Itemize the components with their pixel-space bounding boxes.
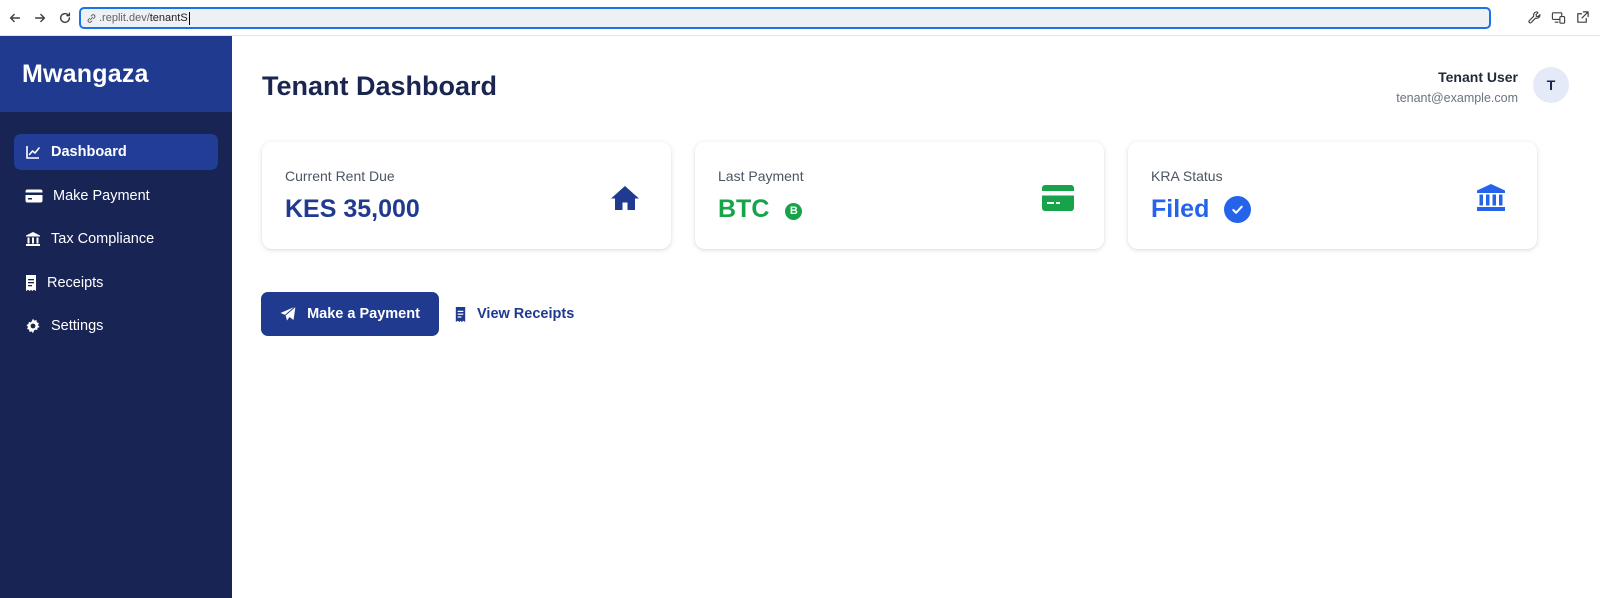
sidebar-item-label: Make Payment	[53, 187, 150, 204]
make-a-payment-label: Make a Payment	[307, 306, 420, 322]
back-icon[interactable]	[5, 8, 25, 28]
address-bar[interactable]: .replit.dev/tenantS	[79, 7, 1491, 29]
sidebar-item-receipts[interactable]: Receipts	[14, 265, 218, 301]
receipt-icon	[455, 306, 466, 322]
avatar[interactable]: T	[1533, 67, 1569, 103]
card-kra-status: KRA Status Filed	[1128, 142, 1537, 249]
browser-toolbar: .replit.dev/tenantS	[0, 0, 1600, 36]
sidebar: Mwangaza Dashboard Make Payment Tax Comp…	[0, 36, 232, 598]
sidebar-item-label: Settings	[51, 318, 104, 334]
bank-icon	[25, 231, 41, 247]
main-content: Tenant Dashboard Tenant User tenant@exam…	[232, 36, 1600, 598]
card-last-payment: Last Payment BTC B	[695, 142, 1104, 249]
gear-icon	[25, 318, 41, 334]
chart-line-icon	[25, 144, 41, 160]
user-info: Tenant User tenant@example.com	[1396, 69, 1518, 105]
page-title: Tenant Dashboard	[262, 71, 498, 101]
sidebar-item-settings[interactable]: Settings	[14, 308, 218, 344]
brand-logo[interactable]: Mwangaza	[0, 36, 232, 112]
paper-plane-icon	[280, 306, 296, 321]
credit-card-icon	[25, 188, 43, 204]
bitcoin-icon: B	[785, 202, 803, 220]
user-name: Tenant User	[1438, 69, 1518, 85]
sidebar-item-label: Receipts	[47, 274, 104, 291]
sidebar-menu: Dashboard Make Payment Tax Compliance Re…	[0, 112, 232, 344]
stat-cards: Current Rent Due KES 35,000 Last Payment…	[262, 142, 1537, 249]
sidebar-item-dashboard[interactable]: Dashboard	[14, 134, 218, 170]
view-receipts-link[interactable]: View Receipts	[454, 306, 574, 322]
forward-icon[interactable]	[30, 8, 50, 28]
reload-icon[interactable]	[55, 8, 75, 28]
user-email: tenant@example.com	[1396, 91, 1518, 105]
devices-icon[interactable]	[1551, 10, 1566, 25]
rent-amount: KES 35,000	[285, 195, 420, 223]
url-host: .replit.dev/	[99, 12, 150, 24]
bank-icon	[1475, 182, 1507, 214]
make-a-payment-button[interactable]: Make a Payment	[261, 292, 439, 336]
sidebar-item-label: Tax Compliance	[51, 231, 155, 247]
card-current-rent-due: Current Rent Due KES 35,000	[262, 142, 671, 249]
home-icon	[609, 182, 641, 214]
url-path: tenantS	[149, 12, 188, 24]
quick-actions: Make a Payment View Receipts	[261, 292, 574, 336]
text-caret	[188, 11, 190, 25]
credit-card-icon	[1042, 182, 1074, 214]
view-receipts-label: View Receipts	[477, 306, 575, 322]
external-link-icon[interactable]	[1575, 10, 1590, 25]
sidebar-item-label: Dashboard	[51, 144, 127, 160]
payment-method: BTC	[718, 195, 770, 223]
receipt-icon	[25, 274, 37, 291]
sidebar-item-tax-compliance[interactable]: Tax Compliance	[14, 221, 218, 257]
link-icon	[86, 13, 97, 24]
sidebar-item-make-payment[interactable]: Make Payment	[14, 178, 218, 214]
wrench-icon[interactable]	[1527, 10, 1542, 25]
check-circle-icon	[1224, 196, 1252, 223]
kra-status-value: Filed	[1151, 195, 1210, 223]
